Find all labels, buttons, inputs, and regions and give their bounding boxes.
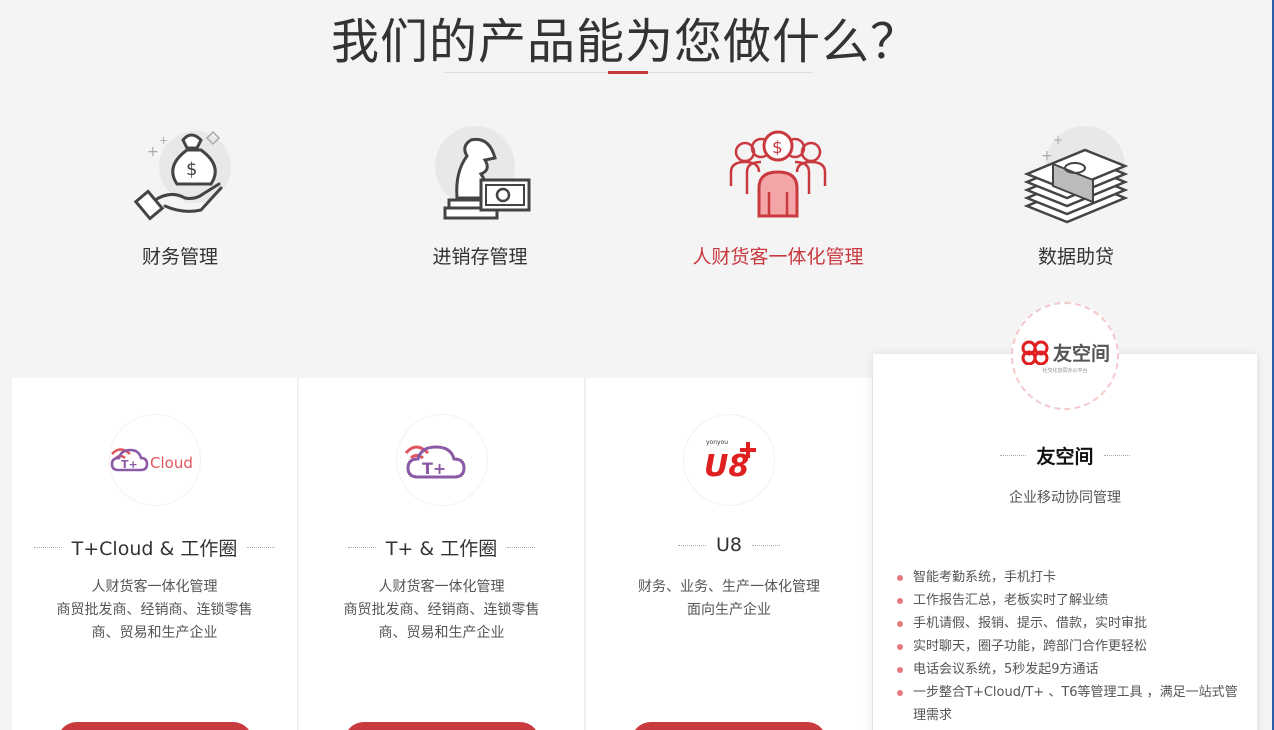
feature-finance[interactable]: + + $ 财务管理 <box>80 122 280 269</box>
title-accent-bar <box>608 71 648 74</box>
list-item: 手机请假、报销、提示、借款，实时审批 <box>895 612 1241 635</box>
money-bag-hand-icon: + + $ <box>125 122 235 232</box>
youkongjian-logo: 友空间 社交化协同办公平台 <box>1011 302 1119 410</box>
card-description: 企业移动协同管理 <box>1009 490 1121 506</box>
svg-text:$: $ <box>186 159 197 180</box>
chess-knight-cash-icon <box>425 122 535 232</box>
youkongjian-brand-subtitle: 社交化协同办公平台 <box>1042 367 1088 374</box>
list-item: 智能考勤系统，手机打卡 <box>895 566 1241 589</box>
list-item: 一步整合T+Cloud/T+ 、T6等管理工具 ，满足一站式管理需求 <box>895 681 1241 727</box>
feature-inventory[interactable]: 进销存管理 <box>380 122 580 269</box>
card-description: 人财货客一体化管理 商贸批发商、经销商、连锁零售 商、贸易和生产企业 <box>12 576 297 645</box>
card-desc-line: 人财货客一体化管理 <box>378 579 505 595</box>
youkongjian-flower-icon <box>1021 340 1049 365</box>
list-item: 电话会议系统，5秒发起9方通话 <box>895 658 1241 681</box>
card-action-button[interactable] <box>56 722 253 730</box>
card-desc-line: 商、贸易和生产企业 <box>378 625 505 641</box>
feature-label: 人财货客一体化管理 <box>692 246 864 268</box>
svg-text:T+: T+ <box>121 458 138 471</box>
svg-text:+: + <box>1041 148 1053 164</box>
card-desc-line: 面向生产企业 <box>687 602 771 618</box>
feature-integrated[interactable]: $ 人财货客一体化管理 <box>678 122 878 269</box>
svg-text:+: + <box>147 144 159 160</box>
card-title: U8 <box>586 534 872 556</box>
youkongjian-brand-text: 友空间 <box>1052 342 1110 365</box>
card-desc-line: 商、贸易和生产企业 <box>91 625 218 641</box>
card-desc-line: 人财货客一体化管理 <box>91 579 218 595</box>
page-title: 我们的产品能为您做什么？ <box>330 14 919 70</box>
feature-data-loan[interactable]: + + 数据助贷 <box>976 122 1176 269</box>
card-desc-line: 商贸批发商、经销商、连锁零售 <box>56 602 253 618</box>
product-card-tcloud: T+ Cloud T+Cloud & 工作圈 人财货客一体化管理 商贸批发商、经… <box>12 378 298 730</box>
card-title-text: 友空间 <box>1036 446 1094 468</box>
card-title: T+Cloud & 工作圈 <box>12 534 297 561</box>
list-item: 实时聊天，圈子功能，跨部门合作更轻松 <box>895 635 1241 658</box>
card-title: T+ & 工作圈 <box>299 534 584 561</box>
card-title: 友空间 <box>873 442 1257 469</box>
svg-text:$: $ <box>772 138 783 158</box>
money-stack-icon: + + <box>1021 122 1131 232</box>
svg-text:+: + <box>1053 133 1063 147</box>
card-description: 人财货客一体化管理 商贸批发商、经销商、连锁零售 商、贸易和生产企业 <box>299 576 584 645</box>
product-card-tplus: T+ T+ & 工作圈 人财货客一体化管理 商贸批发商、经销商、连锁零售 商、贸… <box>299 378 585 730</box>
card-title-text: T+Cloud & 工作圈 <box>71 538 238 560</box>
card-action-button[interactable] <box>343 722 540 730</box>
feature-label: 财务管理 <box>141 246 218 268</box>
svg-text:+: + <box>159 134 168 147</box>
people-money-icon: $ <box>723 122 833 232</box>
u8-logo-small-text: yonyou <box>706 439 728 446</box>
card-title-text: T+ & 工作圈 <box>385 538 498 560</box>
card-action-button[interactable] <box>631 722 827 730</box>
youkongjian-feature-list: 智能考勤系统，手机打卡 工作报告汇总，老板实时了解业绩 手机请假、报销、提示、借… <box>895 566 1241 727</box>
product-card-u8: yonyou U8 U8 财务、业务、生产一体化管理 面向生产企业 <box>586 378 873 730</box>
u8-logo: yonyou U8 <box>683 414 775 506</box>
card-title-text: U8 <box>716 534 742 556</box>
feature-label: 进销存管理 <box>432 246 528 268</box>
list-item: 工作报告汇总，老板实时了解业绩 <box>895 589 1241 612</box>
tcloud-logo: T+ Cloud <box>108 414 201 506</box>
tplus-logo: T+ <box>395 414 488 506</box>
tcloud-logo-text: Cloud <box>150 454 193 472</box>
svg-text:T+: T+ <box>422 459 446 478</box>
card-description: 财务、业务、生产一体化管理 面向生产企业 <box>586 576 872 622</box>
feature-label: 数据助贷 <box>1037 246 1114 268</box>
product-card-youkongjian: 友空间 社交化协同办公平台 友空间 企业移动协同管理 智能考勤系统，手机打卡 工… <box>873 302 1257 730</box>
card-desc-line: 商贸批发商、经销商、连锁零售 <box>343 602 540 618</box>
u8-logo-text: U8 <box>704 449 749 484</box>
card-desc-line: 财务、业务、生产一体化管理 <box>638 579 820 595</box>
